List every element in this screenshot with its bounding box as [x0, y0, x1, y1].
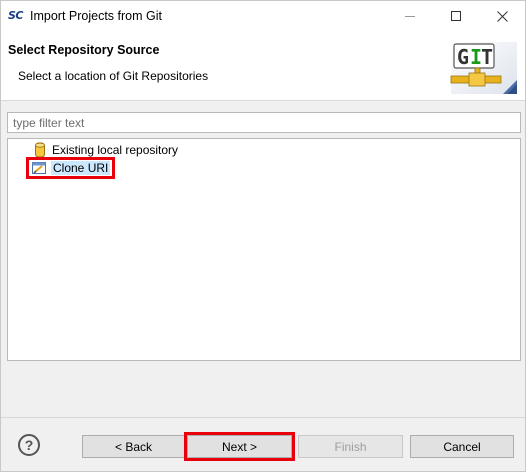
help-button[interactable]: ? — [18, 434, 40, 456]
svg-text:G: G — [457, 45, 469, 69]
help-icon: ? — [24, 437, 34, 453]
repository-source-tree[interactable]: Existing local repository Clone URI — [7, 138, 521, 361]
cancel-button[interactable]: Cancel — [410, 435, 514, 458]
back-button[interactable]: < Back — [82, 435, 185, 458]
import-git-dialog: SC Import Projects from Git Select Repos… — [0, 0, 526, 472]
close-icon — [496, 10, 508, 22]
git-banner-icon: G I T — [450, 42, 517, 94]
minimize-button[interactable] — [387, 1, 433, 31]
minimize-icon — [405, 15, 415, 17]
app-logo-icon: SC — [8, 9, 24, 22]
maximize-button[interactable] — [433, 1, 479, 31]
window-title: Import Projects from Git — [30, 9, 162, 23]
filter-input[interactable] — [7, 112, 521, 133]
title-bar[interactable]: SC Import Projects from Git — [1, 1, 525, 31]
tree-item-label: Clone URI — [51, 161, 111, 175]
tree-item-label: Existing local repository — [52, 143, 179, 157]
wizard-header: Select Repository Source Select a locati… — [1, 31, 525, 101]
svg-text:T: T — [481, 45, 493, 69]
page-title: Select Repository Source — [8, 43, 160, 57]
tree-item-existing-local-repository[interactable]: Existing local repository — [32, 141, 178, 159]
maximize-icon — [451, 11, 461, 21]
close-button[interactable] — [479, 1, 525, 31]
footer-divider — [1, 417, 525, 418]
next-button[interactable]: Next > — [184, 432, 295, 461]
repository-icon — [32, 142, 48, 158]
finish-button[interactable]: Finish — [298, 435, 403, 458]
clone-uri-icon — [31, 160, 47, 176]
tree-item-clone-uri[interactable]: Clone URI — [25, 157, 116, 179]
page-description: Select a location of Git Repositories — [18, 69, 209, 83]
